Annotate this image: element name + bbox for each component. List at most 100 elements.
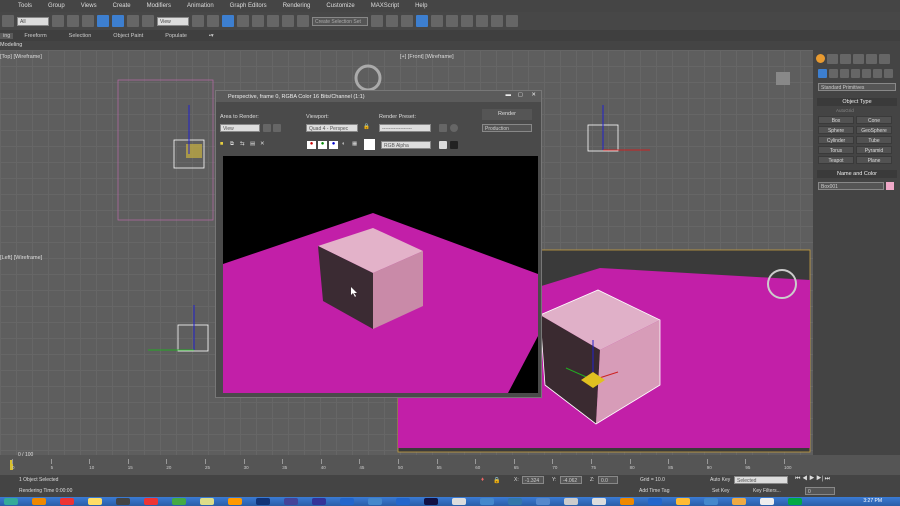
taskbar-app-icon[interactable]	[312, 498, 326, 505]
alpha-toggle-icon[interactable]: ◐	[342, 141, 345, 147]
geosphere-button[interactable]: GeoSphere	[856, 126, 892, 134]
isolate-icon[interactable]: ♦	[481, 477, 484, 483]
taskbar-app-icon[interactable]	[480, 498, 494, 505]
menu-graph-editors[interactable]: Graph Editors	[222, 3, 275, 9]
taskbar-app-icon[interactable]	[760, 498, 774, 505]
render-window-titlebar[interactable]: Perspective, frame 0, RGBA Color 16 Bits…	[216, 91, 541, 102]
menu-help[interactable]: Help	[407, 3, 435, 9]
snap-toggle-icon[interactable]	[237, 15, 249, 27]
viewport-dropdown[interactable]: Quad 4 - Perspec	[306, 124, 358, 132]
ref-coord-dropdown[interactable]: View	[157, 16, 189, 26]
ribbon-panel-modeling[interactable]: Modeling	[0, 41, 900, 50]
taskbar-app-icon[interactable]	[4, 498, 18, 505]
object-name-input[interactable]: Box001	[818, 182, 884, 190]
angle-snap-icon[interactable]	[252, 15, 264, 27]
name-color-rollout[interactable]: Name and Color	[817, 170, 897, 178]
object-color-swatch[interactable]	[886, 182, 894, 190]
render-mode-dropdown[interactable]: Production	[482, 124, 532, 132]
taskbar-app-icon[interactable]	[60, 498, 74, 505]
plane-button[interactable]: Plane	[856, 156, 892, 164]
z-coordinate-field[interactable]: 0.0	[598, 476, 618, 484]
mirror-icon[interactable]	[371, 15, 383, 27]
render-icon[interactable]	[506, 15, 518, 27]
cameras-icon[interactable]	[851, 69, 860, 78]
lock-selection-icon[interactable]: 🔒	[493, 477, 500, 484]
taskbar-app-icon[interactable]	[144, 498, 158, 505]
scale-icon[interactable]	[142, 15, 154, 27]
cone-button[interactable]: Cone	[856, 116, 892, 124]
systems-icon[interactable]	[884, 69, 893, 78]
taskbar-app-icon[interactable]	[340, 498, 354, 505]
area-to-render-dropdown[interactable]: View	[220, 124, 260, 132]
rect-selection-icon[interactable]	[82, 15, 94, 27]
green-channel-toggle[interactable]: ●	[318, 141, 327, 149]
shapes-icon[interactable]	[829, 69, 838, 78]
curve-editor-icon[interactable]	[431, 15, 443, 27]
taskbar-app-icon[interactable]	[116, 498, 130, 505]
taskbar-app-icon[interactable]	[704, 498, 718, 505]
autogrid-checkbox[interactable]: AutoGrid	[836, 108, 854, 113]
lock-icon[interactable]: 🔒	[363, 124, 370, 130]
taskbar-app-icon[interactable]	[592, 498, 606, 505]
taskbar-app-icon[interactable]	[284, 498, 298, 505]
key-mode-dropdown[interactable]: Selected	[734, 476, 788, 484]
taskbar-app-icon[interactable]	[256, 498, 270, 505]
named-selection-dropdown[interactable]: Create Selection Set	[312, 16, 368, 26]
taskbar-app-icon[interactable]	[368, 498, 382, 505]
utilities-tab-icon[interactable]	[879, 54, 890, 64]
taskbar-app-icon[interactable]	[424, 498, 438, 505]
tab-selection[interactable]: Selection	[58, 33, 103, 39]
taskbar-app-icon[interactable]	[32, 498, 46, 505]
spacewarps-icon[interactable]	[873, 69, 882, 78]
taskbar-app-icon[interactable]	[732, 498, 746, 505]
edit-named-sel-icon[interactable]	[297, 15, 309, 27]
pyramid-button[interactable]: Pyramid	[856, 146, 892, 154]
add-time-tag[interactable]: Add Time Tag	[639, 488, 669, 494]
hierarchy-tab-icon[interactable]	[840, 54, 851, 64]
tab-freeform[interactable]: Freeform	[13, 33, 57, 39]
sphere-button[interactable]: Sphere	[818, 126, 854, 134]
channel-dropdown[interactable]: RGB Alpha	[381, 141, 431, 149]
taskbar-app-icon[interactable]	[172, 498, 186, 505]
lights-icon[interactable]	[840, 69, 849, 78]
category-dropdown[interactable]: Standard Primitives	[818, 83, 896, 91]
window-crossing-icon[interactable]	[97, 15, 109, 27]
display-tab-icon[interactable]	[866, 54, 877, 64]
taskbar-app-icon[interactable]	[536, 498, 550, 505]
tube-button[interactable]: Tube	[856, 136, 892, 144]
modify-tab-icon[interactable]	[827, 54, 838, 64]
taskbar-app-icon[interactable]	[564, 498, 578, 505]
schematic-icon[interactable]	[446, 15, 458, 27]
maximize-button[interactable]: ▢	[518, 92, 523, 98]
menu-customize[interactable]: Customize	[318, 3, 362, 9]
taskbar-app-icon[interactable]	[396, 498, 410, 505]
select-object-icon[interactable]	[52, 15, 64, 27]
render-preset-dropdown[interactable]: ------------------	[379, 124, 431, 132]
monochrome-icon[interactable]: ▦	[352, 141, 357, 147]
auto-key-button[interactable]: Auto Key	[710, 477, 730, 483]
cylinder-button[interactable]: Cylinder	[818, 136, 854, 144]
clear-icon[interactable]: ✕	[260, 141, 265, 147]
toggle-ui-overlay-icon[interactable]	[439, 141, 447, 149]
menu-group[interactable]: Group	[40, 3, 73, 9]
taskbar-app-icon[interactable]	[788, 498, 802, 505]
pivot-icon[interactable]	[192, 15, 204, 27]
taskbar-app-icon[interactable]	[620, 498, 634, 505]
timeline[interactable]: 0 / 100 0 5 10 15 20 25 30 35 40 45 50 55 60 65 70 75 80…	[0, 452, 900, 475]
menu-animation[interactable]: Animation	[179, 3, 222, 9]
align-icon[interactable]	[386, 15, 398, 27]
y-coordinate-field[interactable]: -4.062	[560, 476, 582, 484]
blue-channel-toggle[interactable]: ●	[329, 141, 338, 149]
menu-views[interactable]: Views	[73, 3, 105, 9]
color-swatch[interactable]	[364, 139, 375, 150]
layer-icon[interactable]	[401, 15, 413, 27]
helpers-icon[interactable]	[862, 69, 871, 78]
percent-snap-icon[interactable]	[267, 15, 279, 27]
minimize-button[interactable]: ▬	[506, 92, 512, 98]
render-frame-icon[interactable]	[491, 15, 503, 27]
menu-create[interactable]: Create	[105, 3, 139, 9]
print-icon[interactable]: ▤	[250, 141, 255, 147]
taskbar-app-icon[interactable]	[676, 498, 690, 505]
material-editor-icon[interactable]	[461, 15, 473, 27]
select-by-name-icon[interactable]	[67, 15, 79, 27]
